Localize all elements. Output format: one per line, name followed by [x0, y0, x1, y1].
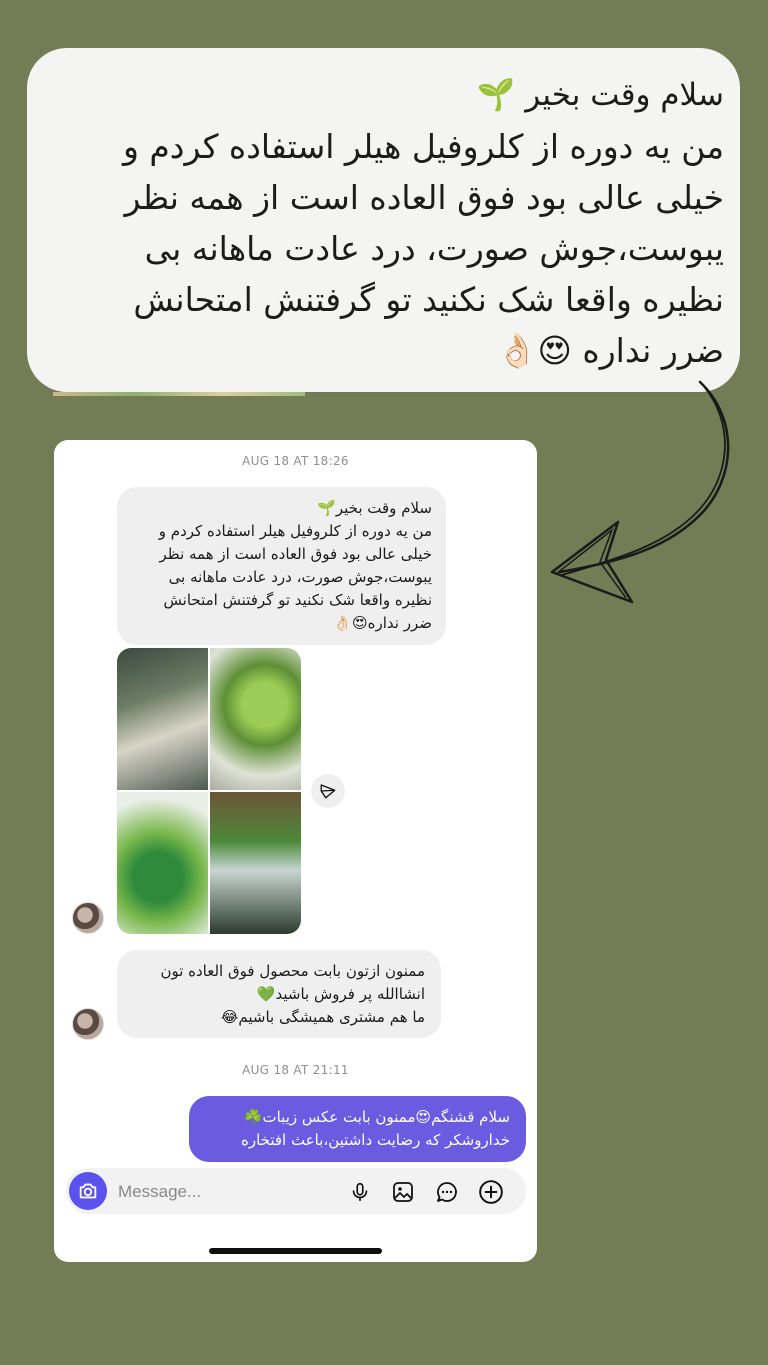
home-indicator	[209, 1248, 382, 1254]
sticker-button[interactable]	[434, 1179, 460, 1205]
plus-icon	[479, 1180, 503, 1204]
quote-body: من یه دوره از کلروفیل هیلر استفاده کردم …	[122, 127, 724, 370]
camera-icon	[79, 1183, 97, 1199]
camera-button[interactable]	[69, 1172, 107, 1210]
incoming-message-1[interactable]: سلام وقت بخیر🌱 من یه دوره از کلروفیل هیل…	[117, 487, 446, 645]
message-input[interactable]	[116, 1179, 300, 1205]
chat-screenshot: AUG 18 AT 18:26 سلام وقت بخیر🌱 من یه دور…	[54, 440, 537, 1262]
callout-photo-strip	[53, 392, 305, 396]
timestamp-2: AUG 18 AT 21:11	[242, 1063, 349, 1077]
microphone-button[interactable]	[347, 1179, 373, 1205]
photo-collage[interactable]	[117, 648, 301, 934]
gallery-button[interactable]	[390, 1179, 416, 1205]
photo-product-set[interactable]	[210, 792, 301, 934]
photo-serum-plant[interactable]	[210, 648, 301, 790]
send-icon	[320, 784, 336, 799]
avatar[interactable]	[72, 902, 104, 934]
sticker-icon	[437, 1182, 457, 1202]
message-composer	[66, 1168, 526, 1214]
incoming-message-2[interactable]: ممنون ازتون بابت محصول فوق العاده تون ان…	[117, 950, 441, 1038]
gallery-icon	[393, 1182, 413, 1202]
timestamp-1: AUG 18 AT 18:26	[242, 454, 349, 468]
share-button[interactable]	[311, 774, 345, 808]
avatar[interactable]	[72, 1008, 104, 1040]
photo-product-box[interactable]	[117, 648, 208, 790]
quote-greeting: سلام وقت بخیر 🌱	[476, 77, 724, 113]
outgoing-message[interactable]: سلام قشنگم😍ممنون بابت عکس زیبات☘️ خداروش…	[189, 1096, 526, 1162]
photo-green-drink[interactable]	[117, 792, 208, 934]
quote-text: سلام وقت بخیر 🌱 من یه دوره از کلروفیل هی…	[64, 68, 724, 376]
microphone-icon	[352, 1182, 368, 1202]
plus-button[interactable]	[478, 1179, 504, 1205]
